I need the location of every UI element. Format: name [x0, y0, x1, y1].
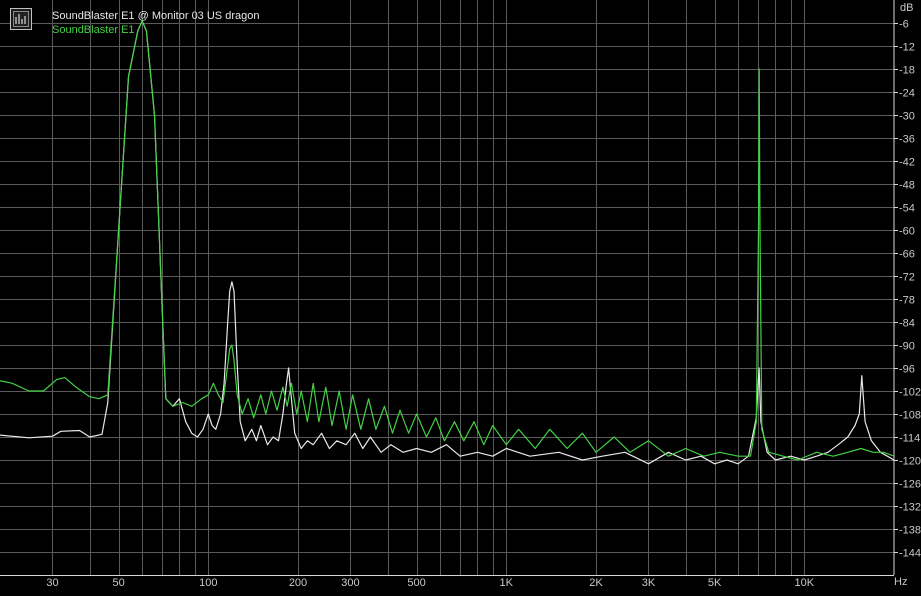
x-tick-label: 10K: [795, 577, 815, 589]
y-tick-label: -144: [899, 548, 921, 560]
x-tick-label: 1K: [500, 577, 514, 589]
x-tick-label: 50: [112, 577, 124, 589]
y-tick-label: -114: [899, 433, 920, 445]
y-tick-label: -102: [899, 387, 921, 399]
spectrum-icon[interactable]: [10, 8, 32, 30]
y-tick-label: -12: [899, 42, 915, 54]
y-tick-label: -18: [899, 65, 915, 77]
y-tick-label: -84: [899, 318, 915, 330]
y-tick-label: -54: [899, 203, 915, 215]
y-tick-label: -120: [899, 456, 921, 468]
x-tick-label: 300: [341, 577, 359, 589]
spectrum-plot: dB Hz -6 -12 -18 -24 -30 -36 -42 -48 -54 -60 -66 -7…: [0, 0, 921, 591]
x-tick-label: 30: [46, 577, 58, 589]
legend-entry-white: SoundBlaster E1 @ Monitor 03 US dragon: [52, 10, 260, 22]
x-tick-label: 2K: [589, 577, 603, 589]
y-tick-label: -30: [899, 111, 915, 123]
y-tick-label: -66: [899, 249, 915, 261]
y-tick-label: -72: [899, 272, 915, 284]
y-tick-label: -48: [899, 180, 915, 192]
y-tick-label: -138: [899, 525, 921, 537]
y-unit-label: dB: [900, 2, 913, 14]
y-tick-label: -42: [899, 157, 915, 169]
x-tick-label: 500: [407, 577, 425, 589]
spectrum-chart: dB Hz -6 -12 -18 -24 -30 -36 -42 -48 -54 -60 -66 -7…: [0, 0, 921, 591]
y-tick-label: -6: [899, 19, 909, 31]
y-tick-label: -132: [899, 502, 921, 514]
legend-entry-green: SoundBlaster E1: [52, 24, 135, 36]
x-tick-label: 200: [289, 577, 307, 589]
y-tick-label: -126: [899, 479, 921, 491]
x-tick-label: 100: [199, 577, 217, 589]
x-tick-label: 5K: [708, 577, 722, 589]
x-unit-label: Hz: [894, 576, 907, 588]
y-tick-label: -36: [899, 134, 915, 146]
y-tick-label: -60: [899, 226, 915, 238]
y-tick-label: -24: [899, 88, 915, 100]
x-tick-label: 3K: [642, 577, 656, 589]
y-tick-label: -108: [899, 410, 921, 422]
y-tick-label: -96: [899, 364, 915, 376]
y-tick-label: -78: [899, 295, 915, 307]
y-tick-label: -90: [899, 341, 915, 353]
